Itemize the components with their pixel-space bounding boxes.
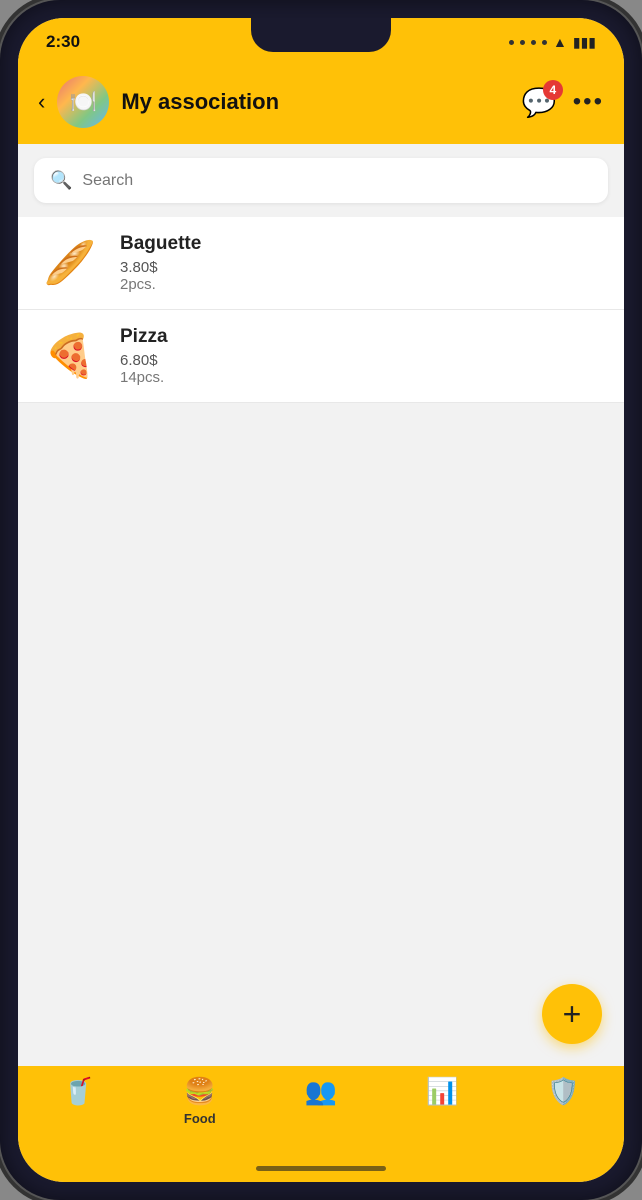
items-list: 🥖 Baguette 3.80$ 2pcs. 🍕 Pizza 6 — [18, 217, 624, 403]
wifi-icon: ▲ — [553, 34, 567, 50]
notification-button[interactable]: 💬 4 — [522, 86, 557, 119]
item-qty: 14pcs. — [120, 369, 604, 386]
item-image-baguette: 🥖 — [38, 237, 102, 289]
item-name: Baguette — [120, 233, 604, 255]
header-title: My association — [121, 89, 279, 115]
add-icon: + — [563, 996, 582, 1033]
notification-badge: 4 — [543, 80, 563, 100]
avatar: 🍽️ — [57, 76, 109, 128]
search-input[interactable] — [82, 172, 592, 190]
item-name: Pizza — [120, 326, 604, 348]
header-left: ‹ 🍽️ My association — [38, 76, 279, 128]
item-price: 6.80$ — [120, 352, 604, 369]
item-qty: 2pcs. — [120, 276, 604, 293]
nav-item-food[interactable]: 🍔 Food — [139, 1076, 260, 1126]
nav-item-drinks[interactable]: 🥤 — [18, 1076, 139, 1107]
notch — [251, 18, 391, 52]
home-indicator — [18, 1154, 624, 1182]
food-label: Food — [184, 1111, 216, 1126]
main-content: 🔍 🥖 Baguette 3.80$ 2pcs. — [18, 144, 624, 1066]
add-button[interactable]: + — [542, 984, 602, 1044]
status-time: 2:30 — [46, 32, 80, 52]
nav-item-stats[interactable]: 📊 — [382, 1076, 503, 1107]
more-button[interactable]: ••• — [573, 88, 604, 116]
signal-dot3 — [531, 40, 536, 45]
food-icon: 🍔 — [184, 1076, 216, 1107]
nav-item-people[interactable]: 👥 — [260, 1076, 381, 1107]
search-icon: 🔍 — [50, 170, 72, 191]
drinks-icon: 🥤 — [62, 1076, 94, 1107]
table-row[interactable]: 🥖 Baguette 3.80$ 2pcs. — [18, 217, 624, 310]
search-container: 🔍 — [18, 144, 624, 217]
bottom-nav: 🥤 🍔 Food 👥 📊 🛡️ — [18, 1066, 624, 1154]
signal-dot2 — [520, 40, 525, 45]
signal-dot1 — [509, 40, 514, 45]
item-info-baguette: Baguette 3.80$ 2pcs. — [120, 233, 604, 293]
nav-item-security[interactable]: 🛡️ — [503, 1076, 624, 1107]
home-bar — [256, 1166, 386, 1171]
status-icons: ▲ ▮▮▮ — [509, 34, 596, 51]
stats-icon: 📊 — [426, 1076, 458, 1107]
header: ‹ 🍽️ My association 💬 4 ••• — [18, 66, 624, 144]
table-row[interactable]: 🍕 Pizza 6.80$ 14pcs. — [18, 310, 624, 403]
battery-icon: ▮▮▮ — [573, 34, 596, 51]
security-icon: 🛡️ — [547, 1076, 579, 1107]
people-icon: 👥 — [305, 1076, 337, 1107]
item-image-pizza: 🍕 — [38, 330, 102, 382]
search-bar: 🔍 — [34, 158, 608, 203]
item-info-pizza: Pizza 6.80$ 14pcs. — [120, 326, 604, 386]
signal-dot4 — [542, 40, 547, 45]
item-price: 3.80$ — [120, 259, 604, 276]
phone-screen: 2:30 ▲ ▮▮▮ ‹ 🍽️ My association — [18, 18, 624, 1182]
back-button[interactable]: ‹ — [38, 89, 45, 115]
header-right: 💬 4 ••• — [522, 86, 604, 119]
phone-frame: 2:30 ▲ ▮▮▮ ‹ 🍽️ My association — [0, 0, 642, 1200]
